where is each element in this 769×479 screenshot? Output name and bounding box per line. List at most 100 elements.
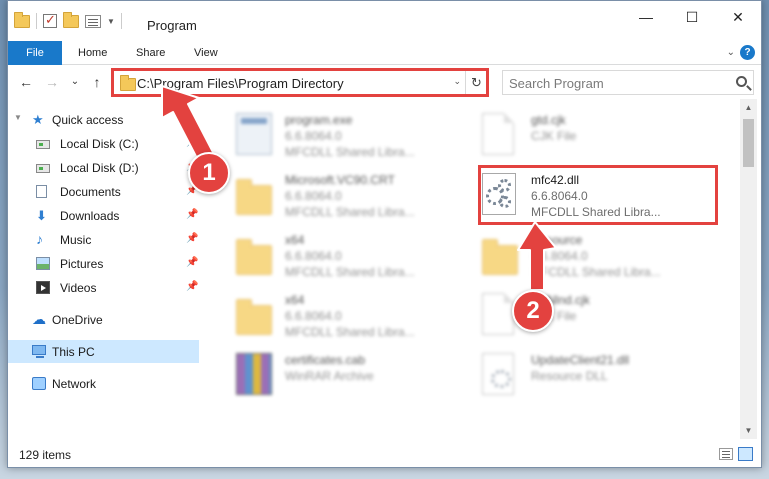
customize-toolbar-icon[interactable] (85, 14, 101, 28)
folder-icon (14, 11, 30, 28)
sidebar-item-videos[interactable]: Videos 📌 (8, 276, 199, 299)
file-item[interactable]: x64 6.6.8064.0 MFCDLL Shared Libra... (228, 285, 468, 345)
close-button[interactable]: ✕ (715, 1, 761, 33)
sidebar-item-music[interactable]: ♪ Music 📌 (8, 228, 199, 251)
file-description: MFCDLL Shared Libra... (531, 205, 661, 219)
sidebar-item-label: Local Disk (D:) (60, 161, 139, 175)
scroll-thumb[interactable] (743, 119, 754, 167)
file-version: 6.6.8064.0 (285, 189, 342, 203)
resource-dll-icon (482, 353, 514, 395)
sidebar-item-quick-access[interactable]: ▼ ★ Quick access (8, 108, 199, 131)
new-folder-icon[interactable] (63, 11, 79, 28)
file-name: mfc42.dll (531, 173, 580, 187)
sidebar-item-label: Quick access (52, 113, 124, 127)
sidebar-item-label: Documents (60, 185, 121, 199)
tab-share[interactable]: Share (136, 41, 165, 65)
search-box[interactable]: Search Program (502, 70, 754, 95)
window-controls: — ☐ ✕ (623, 1, 761, 33)
pin-icon[interactable]: 📌 (186, 233, 198, 244)
sidebar-item-network[interactable]: Network (8, 372, 199, 395)
file-version: 6.6.8064.0 (285, 129, 342, 143)
window-title: Program (147, 18, 197, 33)
address-path[interactable]: C:\Program Files\Program Directory (137, 76, 344, 91)
sidebar-item-label: Downloads (60, 209, 120, 223)
file-name: UpdateClient21.dll (531, 353, 630, 367)
maximize-button[interactable]: ☐ (669, 1, 715, 33)
sidebar-item-label: Music (60, 233, 92, 247)
sidebar-item-downloads[interactable]: ⬇ Downloads 📌 (8, 204, 199, 227)
file-description: MFCDLL Shared Libra... (531, 265, 661, 279)
address-row: ← → ⌄ ↑ C:\Program Files\Program Directo… (8, 65, 761, 99)
ribbon-tabs: File Home Share View ⌄ ? (8, 41, 761, 65)
file-name: Microsoft.VC90.CRT (285, 173, 395, 187)
archive-icon (236, 353, 272, 395)
tab-view[interactable]: View (194, 41, 218, 65)
file-name: program.exe (285, 113, 353, 127)
pin-icon[interactable]: 📌 (186, 257, 198, 268)
refresh-button[interactable]: ↻ (465, 71, 487, 94)
sidebar-item-pictures[interactable]: Pictures 📌 (8, 252, 199, 275)
file-name: x64 (285, 293, 305, 307)
vertical-scrollbar[interactable]: ▲ ▼ (740, 99, 757, 439)
dll-gear-icon (482, 173, 516, 215)
pictures-icon (36, 257, 50, 270)
file-item[interactable]: Microsoft.VC90.CRT 6.6.8064.0 MFCDLL Sha… (228, 165, 468, 225)
sidebar-item-onedrive[interactable]: ☁ OneDrive (8, 308, 199, 331)
file-item[interactable]: program.exe 6.6.8064.0 MFCDLL Shared Lib… (228, 105, 468, 165)
properties-check-icon[interactable] (43, 12, 57, 28)
help-icon[interactable]: ? (740, 45, 755, 60)
large-icons-view-icon[interactable] (738, 447, 753, 461)
file-item-mfc42-dll[interactable]: mfc42.dll 6.6.8064.0 MFCDLL Shared Libra… (474, 165, 714, 225)
tab-home[interactable]: Home (78, 41, 107, 65)
expand-ribbon-icon[interactable]: ⌄ (727, 47, 735, 58)
details-view-icon[interactable] (719, 448, 733, 460)
forward-button[interactable]: → (41, 71, 63, 93)
file-name: certificates.cab (285, 353, 366, 367)
title-bar: ▼ Program — ☐ ✕ (8, 1, 761, 41)
step-badge-2: 2 (512, 290, 554, 332)
file-description: MFCDLL Shared Libra... (285, 325, 415, 339)
minimize-button[interactable]: — (623, 1, 669, 33)
pin-icon[interactable]: 📌 (186, 281, 198, 292)
cloud-icon: ☁ (32, 311, 46, 327)
search-input[interactable]: Search Program (509, 76, 604, 91)
chevron-down-icon[interactable]: ▼ (107, 17, 115, 26)
file-list: program.exe 6.6.8064.0 MFCDLL Shared Lib… (208, 99, 740, 439)
sidebar-item-local-disk-c[interactable]: Local Disk (C:) 📌 (8, 132, 199, 155)
video-icon (36, 281, 50, 294)
music-note-icon: ♪ (36, 231, 43, 247)
up-button[interactable]: ↑ (86, 71, 108, 93)
step-badge-1: 1 (188, 152, 230, 194)
address-dropdown-icon[interactable]: ⌄ (453, 76, 461, 87)
file-item[interactable]: gtd.cjk CJK File (474, 105, 714, 165)
item-count: 129 items (19, 448, 72, 462)
network-icon (32, 377, 46, 390)
status-bar: 129 items (8, 443, 761, 467)
chevron-down-icon[interactable]: ▼ (14, 113, 22, 122)
sidebar-item-label: OneDrive (52, 313, 103, 327)
sidebar-item-this-pc[interactable]: This PC (8, 340, 199, 363)
recent-locations-button[interactable]: ⌄ (64, 71, 86, 93)
file-item[interactable]: x64 6.6.8064.0 MFCDLL Shared Libra... (228, 225, 468, 285)
sidebar-item-documents[interactable]: Documents 📌 (8, 180, 199, 203)
document-icon (482, 293, 514, 335)
file-item[interactable]: Resource 6.6.8064.0 MFCDLL Shared Libra.… (474, 225, 714, 285)
file-item[interactable]: certificates.cab WinRAR Archive (228, 345, 468, 405)
file-item[interactable]: uniNlnd.cjk CJK File (474, 285, 714, 345)
gear-icon (499, 196, 511, 208)
file-description: MFCDLL Shared Libra... (285, 145, 415, 159)
scroll-down-icon[interactable]: ▼ (740, 422, 757, 439)
toolbar-divider (120, 13, 122, 29)
scroll-up-icon[interactable]: ▲ (740, 99, 757, 116)
tab-file[interactable]: File (8, 41, 62, 65)
drive-icon (36, 164, 50, 173)
folder-icon (236, 179, 272, 215)
star-icon: ★ (32, 112, 44, 127)
back-button[interactable]: ← (15, 71, 37, 93)
address-bar[interactable]: C:\Program Files\Program Directory ⌄ ↻ (113, 70, 488, 95)
gear-icon (498, 179, 511, 192)
file-item[interactable]: UpdateClient21.dll Resource DLL (474, 345, 714, 405)
pin-icon[interactable]: 📌 (186, 209, 198, 220)
sidebar-item-local-disk-d[interactable]: Local Disk (D:) 📌 (8, 156, 199, 179)
pin-icon[interactable]: 📌 (186, 137, 198, 148)
